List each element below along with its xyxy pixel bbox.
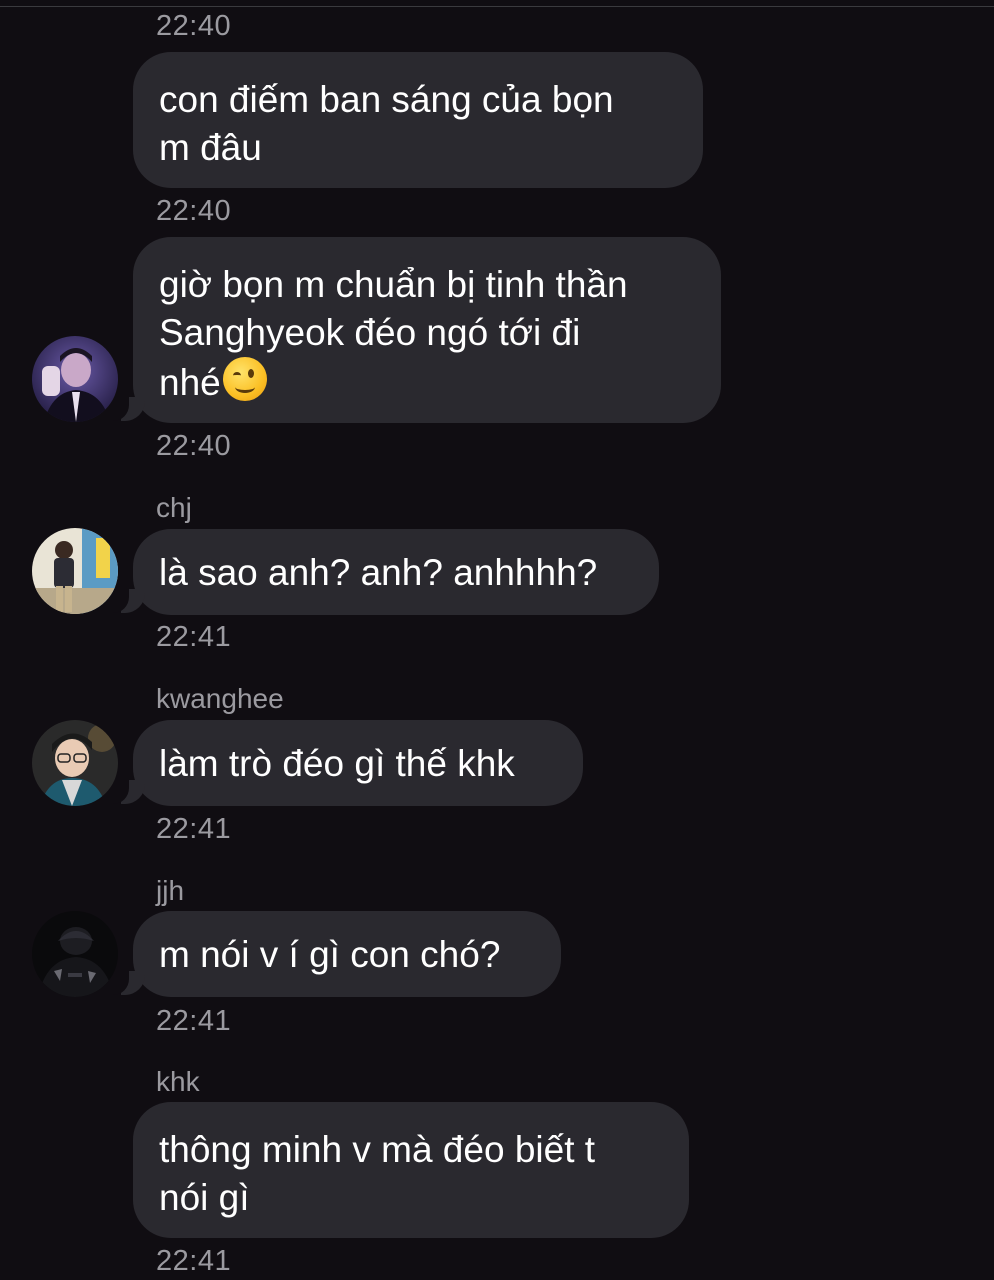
- avatar[interactable]: [32, 528, 118, 614]
- message-line: làm trò đéo gì thế khk: [159, 743, 515, 784]
- top-divider: [0, 6, 994, 7]
- avatar[interactable]: [32, 720, 118, 806]
- sender-name: chj: [156, 492, 192, 523]
- avatar[interactable]: [32, 336, 118, 422]
- message-line: giờ bọn m chuẩn bị tinh thần: [159, 264, 628, 305]
- sender-name: kwanghee: [156, 683, 284, 714]
- bubble-tail: [109, 776, 145, 804]
- avatar[interactable]: [32, 911, 118, 997]
- timestamp: 22:41: [156, 813, 232, 845]
- timestamp: 22:40: [156, 195, 232, 227]
- message-line: là sao anh? anh? anhhhh?: [159, 552, 598, 593]
- message-bubble[interactable]: con điếm ban sáng của bọn m đâu: [133, 52, 703, 188]
- bubble-tail: [109, 585, 145, 613]
- bubble-tail: [109, 393, 145, 421]
- sender-name: jjh: [156, 875, 185, 906]
- message-line: m nói v í gì con chó?: [159, 934, 501, 975]
- message-line: nhé: [159, 362, 221, 403]
- message-bubble[interactable]: làm trò đéo gì thế khk: [133, 720, 583, 806]
- message-bubble[interactable]: thông minh v mà đéo biết t nói gì: [133, 1102, 689, 1238]
- timestamp: 22:40: [156, 10, 232, 42]
- message-bubble[interactable]: giờ bọn m chuẩn bị tinh thần Sanghyeok đ…: [133, 237, 721, 423]
- timestamp: 22:41: [156, 1245, 232, 1277]
- timestamp: 22:41: [156, 621, 232, 653]
- message-bubble[interactable]: m nói v í gì con chó?: [133, 911, 561, 997]
- sender-name: khk: [156, 1066, 200, 1097]
- timestamp: 22:41: [156, 1005, 232, 1037]
- message-line: thông minh v mà đéo biết t: [159, 1129, 596, 1170]
- message-bubble[interactable]: là sao anh? anh? anhhhh?: [133, 529, 659, 615]
- message-line: con điếm ban sáng của bọn: [159, 79, 614, 120]
- bubble-tail: [109, 967, 145, 995]
- message-line: m đâu: [159, 127, 262, 168]
- winking-face-icon: [222, 357, 267, 401]
- message-line: Sanghyeok đéo ngó tới đi: [159, 312, 581, 353]
- timestamp: 22:40: [156, 430, 232, 462]
- message-line: nói gì: [159, 1177, 250, 1218]
